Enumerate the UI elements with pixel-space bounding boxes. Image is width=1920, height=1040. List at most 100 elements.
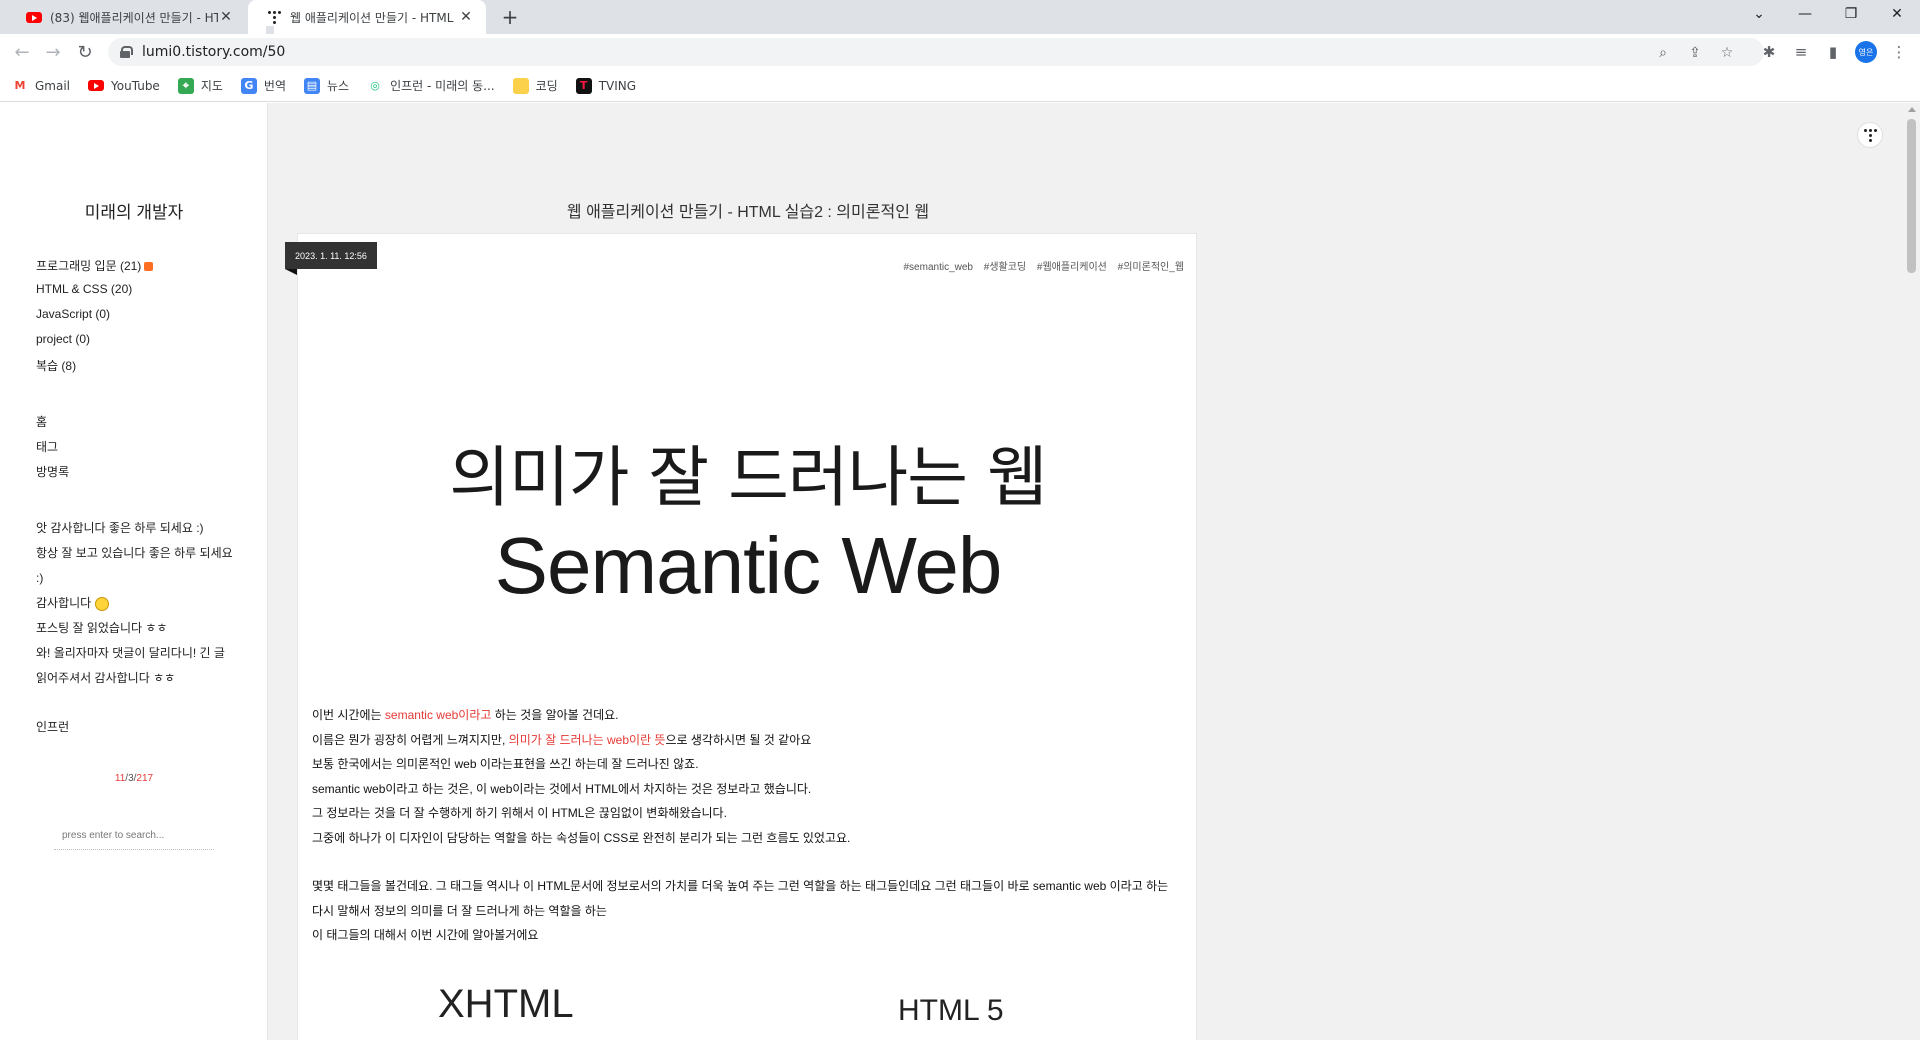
post-content: 이번 시간에는 semantic web이라고 하는 것을 알아볼 건데요. 이… bbox=[312, 703, 1182, 948]
media-queue-icon[interactable]: ≡ bbox=[1789, 40, 1813, 64]
visitor-counter: 11/3/217 bbox=[114, 773, 154, 784]
menu-home[interactable]: 홈 bbox=[36, 413, 69, 438]
bookmark-gmail[interactable]: M Gmail bbox=[12, 78, 71, 94]
category-list: 프로그래밍 입문 (21) HTML & CSS (20) JavaScript… bbox=[36, 257, 154, 382]
paragraph: 보통 한국에서는 의미론적인 web 이라는표현을 쓰긴 하는데 잘 드러나진 … bbox=[312, 757, 699, 771]
counter-yesterday: 217 bbox=[136, 773, 154, 784]
scrollbar-thumb[interactable] bbox=[1907, 119, 1916, 273]
new-tab-button[interactable]: + bbox=[498, 5, 522, 29]
image-heading-html5: HTML 5 bbox=[898, 994, 1004, 1027]
bookmark-label: Gmail bbox=[35, 78, 71, 93]
post-title[interactable]: 웹 애플리케이션 만들기 - HTML 실습2 : 의미론적인 웹 bbox=[268, 198, 1228, 222]
page-viewport: 미래의 개발자 프로그래밍 입문 (21) HTML & CSS (20) Ja… bbox=[0, 103, 1920, 1040]
post-date-badge: 2023. 1. 11. 12:56 bbox=[285, 242, 377, 275]
folder-icon bbox=[512, 77, 529, 94]
translate-icon: G bbox=[240, 77, 257, 94]
youtube-icon bbox=[26, 11, 42, 23]
hero-heading-english: Semantic Web bbox=[494, 521, 1003, 610]
article-body: #semantic_web #생활코딩 #웹애플리케이션 #의미론적인_웹 의미… bbox=[297, 233, 1197, 1040]
url-text[interactable]: lumi0.tistory.com/50 bbox=[142, 44, 285, 60]
tag-list: #semantic_web #생활코딩 #웹애플리케이션 #의미론적인_웹 bbox=[896, 258, 1185, 273]
recent-comment[interactable]: 포스팅 잘 읽었습니다 ㅎㅎ bbox=[36, 616, 236, 641]
menu-kebab-icon[interactable]: ⋮ bbox=[1887, 40, 1911, 64]
share-icon[interactable]: ⇪ bbox=[1686, 44, 1704, 62]
tag-link[interactable]: #웹애플리케이션 bbox=[1037, 262, 1107, 273]
bookmark-coding-folder[interactable]: 코딩 bbox=[512, 77, 558, 94]
forward-button[interactable]: → bbox=[41, 40, 65, 64]
bookmark-inflearn[interactable]: ◎ 인프런 - 미래의 동... bbox=[367, 77, 494, 94]
blog-sidebar: 미래의 개발자 프로그래밍 입문 (21) HTML & CSS (20) Ja… bbox=[0, 103, 268, 1040]
hero-heading-korean: 의미가 잘 드러나는 웹 bbox=[449, 439, 1047, 516]
blog-menu: 홈 태그 방명록 bbox=[36, 413, 69, 488]
paragraph: 이 태그들의 대해서 이번 시간에 알아볼거에요 bbox=[312, 928, 539, 942]
tag-link[interactable]: #semantic_web bbox=[904, 262, 973, 273]
reload-button[interactable]: ↻ bbox=[73, 40, 97, 64]
browser-toolbar: ← → ↻ lumi0.tistory.com/50 ⌕ ⇪ ☆ bbox=[0, 34, 1920, 70]
category-item[interactable]: JavaScript (0) bbox=[36, 307, 153, 332]
bookmark-label: TVING bbox=[598, 78, 637, 93]
image-heading-xhtml: XHTML bbox=[438, 982, 574, 1026]
recent-comment[interactable]: 항상 잘 보고 있습니다 좋은 하루 되세요 :) bbox=[36, 541, 236, 591]
restore-button[interactable]: ❐ bbox=[1828, 0, 1874, 28]
extensions-icon[interactable]: ✱ bbox=[1757, 40, 1781, 64]
back-button[interactable]: ← bbox=[10, 40, 34, 64]
bookmark-maps[interactable]: ⌖ 지도 bbox=[177, 77, 223, 94]
link-inflearn[interactable]: 인프런 bbox=[36, 718, 69, 735]
bookmark-tving[interactable]: T TVING bbox=[575, 77, 637, 94]
counter-total: 11 bbox=[114, 773, 126, 784]
paragraph: 이름은 뭔가 굉장히 어렵게 느껴지지만, 의미가 잘 드러나는 web이란 뜻… bbox=[312, 732, 812, 747]
tistory-icon bbox=[1862, 127, 1878, 143]
tab-title: (83) 웹애플리케이션 만들기 - HTM bbox=[50, 10, 218, 25]
recent-comment[interactable]: 앗 감사합니다 좋은 하루 되세요 :) bbox=[36, 516, 236, 541]
paragraph: 그중에 하나가 이 디자인이 담당하는 역할을 하는 속성들이 CSS로 완전히… bbox=[312, 830, 851, 845]
profile-avatar[interactable]: 영은 bbox=[1855, 41, 1877, 63]
bookmark-label: 지도 bbox=[200, 79, 223, 93]
category-item[interactable]: HTML & CSS (20) bbox=[36, 282, 153, 307]
bookmark-label: 뉴스 bbox=[327, 79, 350, 93]
inflearn-icon: ◎ bbox=[370, 79, 380, 92]
maps-icon: ⌖ bbox=[177, 77, 194, 94]
hero-image: 의미가 잘 드러나는 웹 Semantic Web bbox=[298, 424, 1198, 612]
paragraph: 그 정보라는 것을 더 잘 수행하게 하기 위해서 이 HTML은 끊임없이 변… bbox=[312, 806, 727, 820]
tistory-menu-button[interactable] bbox=[1857, 122, 1883, 148]
blog-title[interactable]: 미래의 개발자 bbox=[0, 198, 268, 223]
bookmark-translate[interactable]: G 번역 bbox=[240, 77, 286, 94]
blog-search-input[interactable]: press enter to search... bbox=[54, 822, 214, 850]
tab-youtube[interactable]: (83) 웹애플리케이션 만들기 - HTM ✕ bbox=[8, 0, 246, 34]
tistory-icon bbox=[266, 9, 282, 25]
side-panel-icon[interactable]: ▮ bbox=[1821, 40, 1845, 64]
gmail-icon: M bbox=[14, 79, 26, 92]
category-item[interactable]: 프로그래밍 입문 (21) bbox=[36, 257, 154, 282]
paragraph: 몇몇 태그들을 볼건데요. 그 태그들 역시나 이 HTML문서에 정보로서의 … bbox=[312, 879, 1169, 918]
tag-link[interactable]: #생활코딩 bbox=[984, 262, 1026, 273]
minimize-button[interactable]: — bbox=[1782, 0, 1828, 28]
recent-comment[interactable]: 와! 올리자마자 댓글이 달리다니! 긴 글 읽어주셔서 감사합니다 ㅎㅎ bbox=[36, 641, 236, 691]
zoom-icon[interactable]: ⌕ bbox=[1654, 44, 1672, 62]
tab-title: 웹 애플리케이션 만들기 - HTML bbox=[290, 10, 454, 25]
tag-link[interactable]: #의미론적인_웹 bbox=[1118, 262, 1184, 273]
bookmark-star-icon[interactable]: ☆ bbox=[1718, 44, 1736, 62]
close-icon[interactable]: ✕ bbox=[218, 9, 234, 25]
new-badge-icon bbox=[144, 262, 154, 272]
paragraph: semantic web이라고 하는 것은, 이 web이라는 것에서 HTML… bbox=[312, 781, 812, 796]
bookmark-youtube[interactable]: YouTube bbox=[88, 78, 160, 94]
lock-icon[interactable] bbox=[120, 46, 133, 58]
bookmark-news[interactable]: ▤ 뉴스 bbox=[304, 77, 349, 94]
menu-guestbook[interactable]: 방명록 bbox=[36, 463, 69, 488]
bookmark-label: 번역 bbox=[263, 79, 286, 93]
recent-comment[interactable]: 감사합니다 bbox=[36, 591, 236, 616]
window-close-button[interactable]: ✕ bbox=[1874, 0, 1920, 28]
close-icon[interactable]: ✕ bbox=[458, 9, 474, 25]
news-icon: ▤ bbox=[304, 77, 320, 94]
menu-tag[interactable]: 태그 bbox=[36, 438, 69, 463]
tab-tistory[interactable]: 웹 애플리케이션 만들기 - HTML ✕ bbox=[248, 0, 486, 34]
page-scrollbar[interactable] bbox=[1903, 103, 1920, 1040]
address-bar[interactable]: lumi0.tistory.com/50 ⌕ ⇪ ☆ bbox=[108, 38, 1764, 66]
category-item[interactable]: project (0) bbox=[36, 332, 153, 357]
paragraph: 이번 시간에는 semantic web이라고 하는 것을 알아볼 건데요. bbox=[312, 708, 619, 722]
scroll-up-icon[interactable] bbox=[1908, 107, 1916, 112]
category-item[interactable]: 복습 (8) bbox=[36, 357, 153, 382]
tab-strip: (83) 웹애플리케이션 만들기 - HTM ✕ 웹 애플리케이션 만들기 - … bbox=[0, 0, 1920, 34]
youtube-icon bbox=[88, 78, 105, 94]
tab-search-icon[interactable]: ⌄ bbox=[1736, 0, 1782, 28]
